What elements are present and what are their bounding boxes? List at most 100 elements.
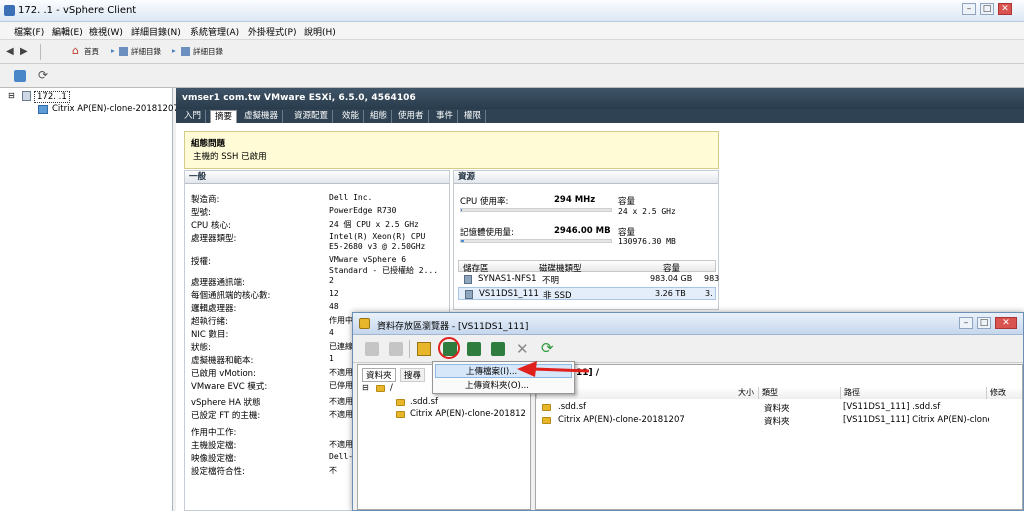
tree-folder[interactable]: .sdd.sf bbox=[410, 397, 438, 407]
toolbar-divider bbox=[40, 44, 41, 60]
breadcrumb-inventory[interactable]: 詳細目錄 bbox=[131, 46, 161, 57]
back-arrow-icon[interactable]: ◀ bbox=[6, 46, 14, 57]
annotation-arrow-icon bbox=[517, 361, 590, 377]
tree-root[interactable]: / bbox=[390, 383, 393, 393]
col-type[interactable]: 類型 bbox=[758, 387, 840, 399]
resources-panel: 資源 CPU 使用率: 294 MHz 容量 24 x 2.5 GHz 記憶體使… bbox=[453, 170, 719, 310]
host-header: vmser1 com.tw VMware ESXi, 6.5.0, 456410… bbox=[176, 88, 1024, 109]
tab-permissions[interactable]: 權限 bbox=[460, 110, 487, 123]
menu-administration[interactable]: 系統管理(A) bbox=[190, 25, 239, 38]
tab-summary[interactable]: 摘要 bbox=[210, 110, 238, 123]
general-label: 製造商: bbox=[191, 195, 220, 205]
general-value: 48 bbox=[329, 302, 339, 311]
forward-arrow-icon[interactable]: ▶ bbox=[20, 46, 28, 57]
file-type: 資料夾 bbox=[764, 417, 790, 427]
collapse-icon[interactable]: ⊟ bbox=[8, 91, 15, 100]
general-label: 設定檔符合性: bbox=[191, 467, 245, 477]
menu-plugins[interactable]: 外掛程式(P) bbox=[248, 25, 296, 38]
refresh-icon[interactable]: ⟳ bbox=[38, 68, 48, 82]
general-value: 不適用 bbox=[329, 440, 353, 449]
datastore-capacity: 3.26 TB bbox=[655, 289, 686, 298]
browser-maximize-button[interactable]: □ bbox=[977, 317, 991, 329]
refresh-icon[interactable]: ⟳ bbox=[541, 339, 554, 357]
general-value: Dell- bbox=[329, 452, 354, 461]
search-icon[interactable] bbox=[389, 342, 403, 356]
datastore-icon bbox=[464, 275, 472, 284]
general-label: 映像設定檔: bbox=[191, 454, 237, 464]
maximize-button[interactable]: □ bbox=[980, 3, 994, 15]
datastore-table-header: 儲存區 磁碟機類型 容量 bbox=[458, 260, 716, 274]
minimize-button[interactable]: – bbox=[962, 3, 976, 15]
breadcrumb-inventory-current[interactable]: 詳細目錄 bbox=[193, 46, 223, 57]
tab-folders[interactable]: 資料夾 bbox=[362, 368, 396, 382]
new-folder-icon[interactable] bbox=[417, 342, 431, 356]
menu-inventory[interactable]: 詳細目錄(N) bbox=[131, 25, 181, 38]
register-vm-icon[interactable] bbox=[491, 342, 505, 356]
tree-vm[interactable]: Citrix AP(EN)-clone-20181207 bbox=[52, 104, 179, 114]
host-icon bbox=[22, 91, 31, 101]
tab-search[interactable]: 搜尋 bbox=[400, 368, 426, 382]
parent-folder-icon[interactable] bbox=[365, 342, 379, 356]
datastore-type: 不明 bbox=[542, 276, 560, 286]
configuration-issues-panel: 組態問題 主機的 SSH 已啟用 bbox=[184, 131, 719, 169]
general-value: 不適用 bbox=[329, 410, 353, 419]
tab-virtual-machines[interactable]: 虛擬機器 bbox=[240, 110, 284, 123]
file-row[interactable]: .sdd.sf 資料夾 [VS11DS1_111] .sdd.sf bbox=[536, 402, 1022, 414]
menu-help[interactable]: 說明(H) bbox=[304, 25, 336, 38]
general-label: 狀態: bbox=[191, 343, 211, 353]
general-value: 不適用 bbox=[329, 397, 353, 406]
navigation-bar: ◀ ▶ ⌂ 首頁 ▸ 詳細目錄 ▸ 詳細目錄 bbox=[0, 40, 1024, 64]
folder-icon bbox=[376, 385, 385, 392]
general-value: 2 bbox=[329, 276, 334, 285]
tab-configuration[interactable]: 組態 bbox=[366, 110, 393, 123]
tab-resource-allocation[interactable]: 資源配置 bbox=[290, 110, 334, 123]
collapse-icon[interactable]: ⊟ bbox=[362, 383, 369, 392]
inventory-icon bbox=[119, 47, 128, 56]
tab-getting-started[interactable]: 入門 bbox=[180, 110, 207, 123]
highlight-circle bbox=[438, 337, 460, 359]
general-value: 作用中 bbox=[329, 316, 353, 325]
menu-file[interactable]: 檔案(F) bbox=[14, 25, 44, 38]
download-icon[interactable] bbox=[467, 342, 481, 356]
general-value: 不適用 bbox=[329, 368, 353, 377]
add-host-icon[interactable] bbox=[14, 70, 26, 82]
breadcrumb-home[interactable]: 首頁 bbox=[84, 46, 99, 57]
general-label: 已啟用 vMotion: bbox=[191, 369, 256, 379]
datastore-name: SYNAS1-NFS1 bbox=[478, 274, 537, 284]
general-value: 4 bbox=[329, 328, 334, 337]
menu-edit[interactable]: 編輯(E) bbox=[52, 25, 83, 38]
host-title: vmser1 com.tw VMware ESXi, 6.5.0, 456410… bbox=[182, 93, 416, 103]
browser-close-button[interactable]: ✕ bbox=[995, 317, 1017, 329]
tab-events[interactable]: 事件 bbox=[432, 110, 459, 123]
close-button[interactable]: ✕ bbox=[998, 3, 1012, 15]
general-label: 每個通訊端的核心數: bbox=[191, 291, 271, 301]
memory-usage-bar-fill bbox=[461, 240, 465, 242]
file-row[interactable]: Citrix AP(EN)-clone-20181207 資料夾 [VS11DS… bbox=[536, 415, 1022, 427]
col-modified[interactable]: 修改 bbox=[986, 387, 1022, 399]
tree-folder[interactable]: Citrix AP(EN)-clone-201812 bbox=[410, 409, 530, 419]
delete-icon[interactable]: ✕ bbox=[516, 340, 529, 358]
general-value: E5-2680 v3 @ 2.50GHz bbox=[329, 242, 426, 251]
menu-upload-folder[interactable]: 上傳資料夾(O)... bbox=[435, 379, 572, 393]
cpu-usage-value: 294 MHz bbox=[554, 195, 596, 205]
tree-host[interactable]: 172. .1 bbox=[34, 91, 70, 103]
general-value: 不 bbox=[329, 466, 337, 475]
general-label: 虛擬機器和範本: bbox=[191, 356, 254, 366]
datastore-row[interactable]: VS11DS1_111 非 SSD 3.26 TB 3. bbox=[458, 287, 716, 301]
datastore-extra: 3. bbox=[705, 289, 713, 298]
col-path[interactable]: 路徑 bbox=[840, 387, 986, 399]
tab-performance[interactable]: 效能 bbox=[338, 110, 365, 123]
file-list-pane: 11] / 大小 類型 路徑 修改 .sdd.sf 資料夾 [VS11DS1_1… bbox=[535, 364, 1023, 510]
general-label: vSphere HA 狀態 bbox=[191, 398, 261, 408]
memory-usage-value: 2946.00 MB bbox=[554, 226, 611, 236]
menu-view[interactable]: 檢視(W) bbox=[89, 25, 123, 38]
datastore-row[interactable]: SYNAS1-NFS1 不明 983.04 GB 983 bbox=[458, 273, 719, 286]
browser-minimize-button[interactable]: – bbox=[959, 317, 973, 329]
general-value: 已停用 bbox=[329, 381, 353, 390]
general-label: 主機設定檔: bbox=[191, 441, 237, 451]
general-title: 一般 bbox=[185, 171, 449, 184]
main-title-bar: 172. .1 - vSphere Client – □ ✕ bbox=[0, 0, 1024, 22]
home-icon[interactable]: ⌂ bbox=[72, 44, 79, 57]
datastore-browser-icon bbox=[359, 318, 370, 329]
tab-users[interactable]: 使用者 bbox=[394, 110, 429, 123]
